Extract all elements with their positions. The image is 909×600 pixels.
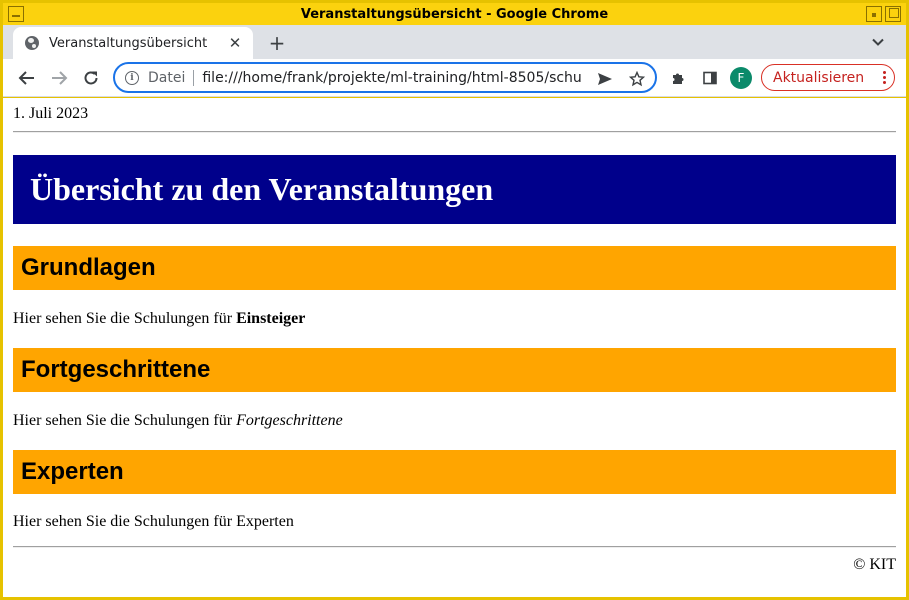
- omnibox-separator: [193, 69, 195, 86]
- page-content: 1. Juli 2023 Übersicht zu den Veranstalt…: [3, 98, 906, 597]
- address-bar[interactable]: i Datei file:///home/frank/projekte/ml-t…: [113, 62, 657, 93]
- forward-button[interactable]: [47, 66, 71, 90]
- star-icon: [629, 71, 645, 87]
- top-divider: [13, 131, 896, 133]
- back-arrow-icon: [18, 71, 34, 85]
- bottom-divider: [13, 546, 896, 548]
- section-heading-fortgeschrittene: Fortgeschrittene: [13, 348, 896, 392]
- section-text-emphasis: Einsteiger: [236, 310, 306, 327]
- globe-icon: [25, 36, 39, 50]
- tab-title: Veranstaltungsübersicht: [49, 35, 208, 51]
- section-text-emphasis: Experten: [236, 513, 294, 530]
- section-title: Experten: [21, 458, 124, 485]
- new-tab-button[interactable]: +: [265, 31, 289, 55]
- page-date: 1. Juli 2023: [13, 105, 89, 122]
- update-label: Aktualisieren: [773, 69, 865, 86]
- tab-close-button[interactable]: ✕: [225, 33, 245, 53]
- extensions-button[interactable]: [668, 68, 688, 88]
- section-text-emphasis: Fortgeschrittene: [236, 412, 343, 429]
- section-title: Fortgeschrittene: [21, 356, 211, 383]
- send-button[interactable]: [595, 69, 615, 89]
- side-panel-icon: [703, 71, 717, 85]
- browser-toolbar: i Datei file:///home/frank/projekte/ml-t…: [3, 59, 906, 97]
- reload-icon: [84, 71, 98, 85]
- section-text-prefix: Hier sehen Sie die Schulungen für: [13, 412, 237, 429]
- minimize-button[interactable]: [866, 6, 882, 22]
- section-title: Grundlagen: [21, 254, 156, 281]
- window-menu-button[interactable]: [8, 6, 24, 22]
- chevron-down-icon: [872, 38, 884, 46]
- window-titlebar[interactable]: Veranstaltungsübersicht - Google Chrome: [3, 3, 906, 25]
- more-menu-icon[interactable]: [874, 71, 894, 84]
- send-icon: [598, 73, 612, 85]
- section-text-prefix: Hier sehen Sie die Schulungen für: [13, 513, 237, 530]
- section-text-experten: Hier sehen Sie die Schulungen für Expert…: [13, 513, 294, 531]
- update-button[interactable]: Aktualisieren: [761, 64, 895, 91]
- page-title: Übersicht zu den Veranstaltungen: [30, 171, 494, 207]
- maximize-button[interactable]: [885, 6, 901, 22]
- forward-arrow-icon: [52, 71, 68, 85]
- reload-button[interactable]: [79, 66, 103, 90]
- section-text-fortgeschrittene: Hier sehen Sie die Schulungen für Fortge…: [13, 412, 343, 430]
- window-title: Veranstaltungsübersicht - Google Chrome: [300, 6, 609, 22]
- bookmark-button[interactable]: [627, 69, 647, 89]
- url-text[interactable]: file:///home/frank/projekte/ml-training/…: [202, 70, 590, 86]
- profile-avatar[interactable]: F: [730, 67, 752, 89]
- info-icon[interactable]: i: [125, 70, 139, 85]
- page-banner: Übersicht zu den Veranstaltungen: [13, 155, 896, 224]
- side-panel-button[interactable]: [700, 68, 720, 88]
- section-text-prefix: Hier sehen Sie die Schulungen für: [13, 310, 237, 327]
- section-heading-grundlagen: Grundlagen: [13, 246, 896, 290]
- tab-search-button[interactable]: [868, 32, 888, 52]
- back-button[interactable]: [15, 66, 39, 90]
- security-label: Datei: [148, 69, 186, 86]
- puzzle-icon: [673, 73, 684, 84]
- section-text-grundlagen: Hier sehen Sie die Schulungen für Einste…: [13, 310, 305, 328]
- section-heading-experten: Experten: [13, 450, 896, 494]
- tab-strip: Veranstaltungsübersicht ✕ +: [3, 25, 906, 59]
- page-footer: © KIT: [853, 556, 896, 573]
- browser-tab[interactable]: Veranstaltungsübersicht ✕: [13, 27, 253, 59]
